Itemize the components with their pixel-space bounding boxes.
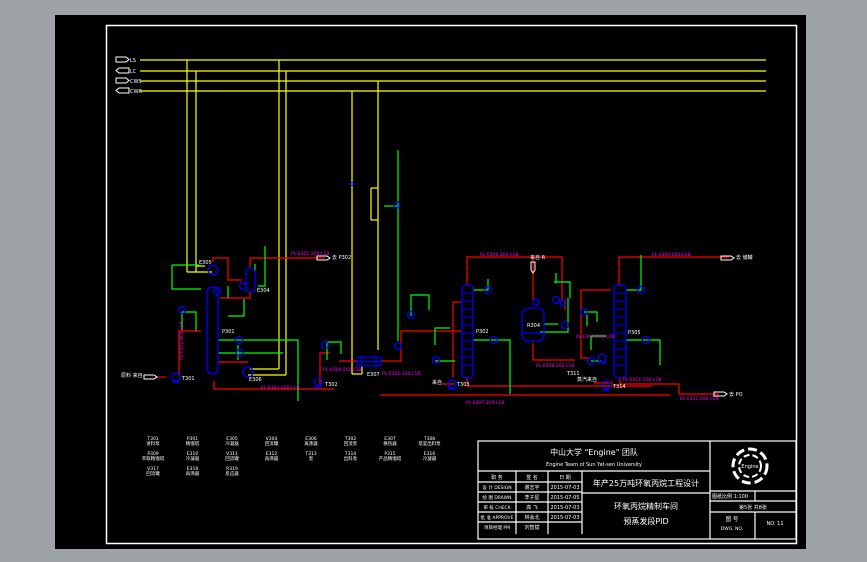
line-number: PL-0307-200-L1B [466, 400, 505, 406]
equipment-label: P305 [628, 330, 641, 336]
legend-name: 精馏塔 [186, 440, 200, 447]
stream-label: 去 储罐 [736, 254, 753, 261]
line-number: PL-0310-200-L1B [576, 334, 615, 340]
sign-date: 2015-07-05 [550, 495, 579, 501]
legend-name: 塔釜出料泵 [418, 440, 441, 447]
legend-name: 反应器 [225, 470, 239, 477]
equipment-label: T303 [456, 382, 470, 388]
equipment-label: R304 [527, 323, 540, 329]
logo-text: Engine [741, 464, 758, 470]
table-header: 日 期 [559, 475, 571, 481]
signer-name: 李子星 [524, 494, 539, 501]
signer-role: 批 准 APPROVE [481, 514, 514, 521]
project-title: 年产25万吨环氧丙烷工程设计 [593, 478, 699, 488]
dwg-no-label: 图 号 [726, 515, 739, 523]
legend-name: 回流罐 [265, 440, 279, 447]
drawing-subtitle: 预蒸发段PID [623, 516, 668, 526]
line-number: PL-0302-100-L1B [179, 321, 185, 360]
legend-name: 冷凝器 [423, 455, 437, 462]
sign-date: 2015-07-03 [550, 505, 579, 511]
legend-name: 再沸器 [186, 470, 200, 477]
signer-role: 项目经理 PM [484, 524, 510, 531]
legend-name: 冷凝器 [225, 440, 239, 447]
dwg-no: NO. 11 [766, 521, 783, 527]
legend-name: 再沸器 [304, 440, 318, 447]
sign-date: 2015-07-03 [550, 485, 579, 491]
legend-name: 再沸器 [265, 455, 279, 462]
line-number: PL-0305-200-L1B [382, 371, 421, 377]
equipment-label: T301 [181, 376, 195, 382]
sign-date: 2015-07-03 [550, 515, 579, 521]
legend-name: 回流泵 [344, 440, 358, 447]
equipment-label: P301 [222, 329, 235, 335]
equipment-label: E305 [199, 260, 212, 266]
legend-name: 冷凝器 [186, 455, 200, 462]
signer-role: 设 计 DESIGN [482, 484, 511, 491]
legend-name: 产品精馏塔 [379, 455, 402, 462]
legend-name: 泵 [309, 456, 314, 462]
stream-label: 去 PO [729, 391, 743, 398]
equipment-label: E304 [257, 288, 270, 294]
legend-name: 回流罐 [225, 455, 239, 462]
line-number: PL-0303-200-L1B [261, 385, 300, 391]
legend-name: 萃取精馏塔 [142, 455, 165, 462]
line-number: PL-0309-200-L1B [652, 252, 691, 258]
stream-label: 蒸汽来自 [577, 376, 597, 383]
stream-label: 来自 R [530, 254, 546, 261]
line-number: PL-0308-200-L1B [536, 363, 575, 369]
line-number: PL-0312-200-L1B [680, 396, 719, 402]
dwg-no-label-en: DWG. NO. [721, 526, 743, 532]
table-header: 职 务 [491, 474, 503, 481]
line-number: PL-0304-200-L1B [323, 367, 362, 373]
signer-role: 绘 图 DRAWN [483, 494, 512, 501]
stream-label: 去 P302 [332, 254, 351, 261]
utility-label: CWS [130, 79, 142, 85]
signer-role: 审 核 CHECK [483, 504, 511, 511]
utility-label: LC [130, 69, 137, 75]
equipment-label: T302 [324, 382, 338, 388]
utility-label: LS [130, 58, 136, 64]
utility-label: CWR [130, 89, 142, 95]
drawing-title: 环氧丙烷精制车间 [614, 501, 678, 511]
equipment-label: P302 [476, 329, 489, 335]
scale: 图纸比例 1:100 [712, 493, 748, 500]
signer-name: 高 飞 [526, 504, 538, 511]
stream-label: 来自 [432, 379, 442, 386]
line-number: PL-0311-200-L1B [623, 377, 662, 383]
equipment-label: E306 [249, 377, 262, 383]
org-name-en: Engine Team of Sun Yat-sen University [546, 462, 642, 468]
legend-name: 出料泵 [344, 455, 358, 462]
stream-label: 原料 来自 [121, 372, 143, 379]
legend-name: 回流罐 [146, 470, 160, 477]
line-number: PL-0306-200-L1B [480, 252, 519, 258]
signer-name: 林会北 [524, 514, 539, 521]
legend-name: 进料泵 [146, 440, 160, 447]
sheet-number: 第5张 共8张 [739, 504, 767, 511]
legend-name: 换热器 [383, 440, 397, 447]
drawing-canvas [55, 15, 806, 549]
equipment-label: E307 [367, 372, 380, 378]
signer-name: 刘智斌 [524, 524, 539, 531]
pid-drawing: LS LC CWS CWR E305 P301 E304 E306 T301 T… [55, 15, 806, 549]
org-name: 中山大学 "Engine" 团队 [550, 447, 638, 457]
equipment-label: T314 [612, 384, 626, 390]
signer-name: 谢志宇 [524, 484, 539, 491]
line-number: PL-0301-200-L1B [291, 251, 330, 257]
table-header: 签 名 [526, 474, 538, 481]
